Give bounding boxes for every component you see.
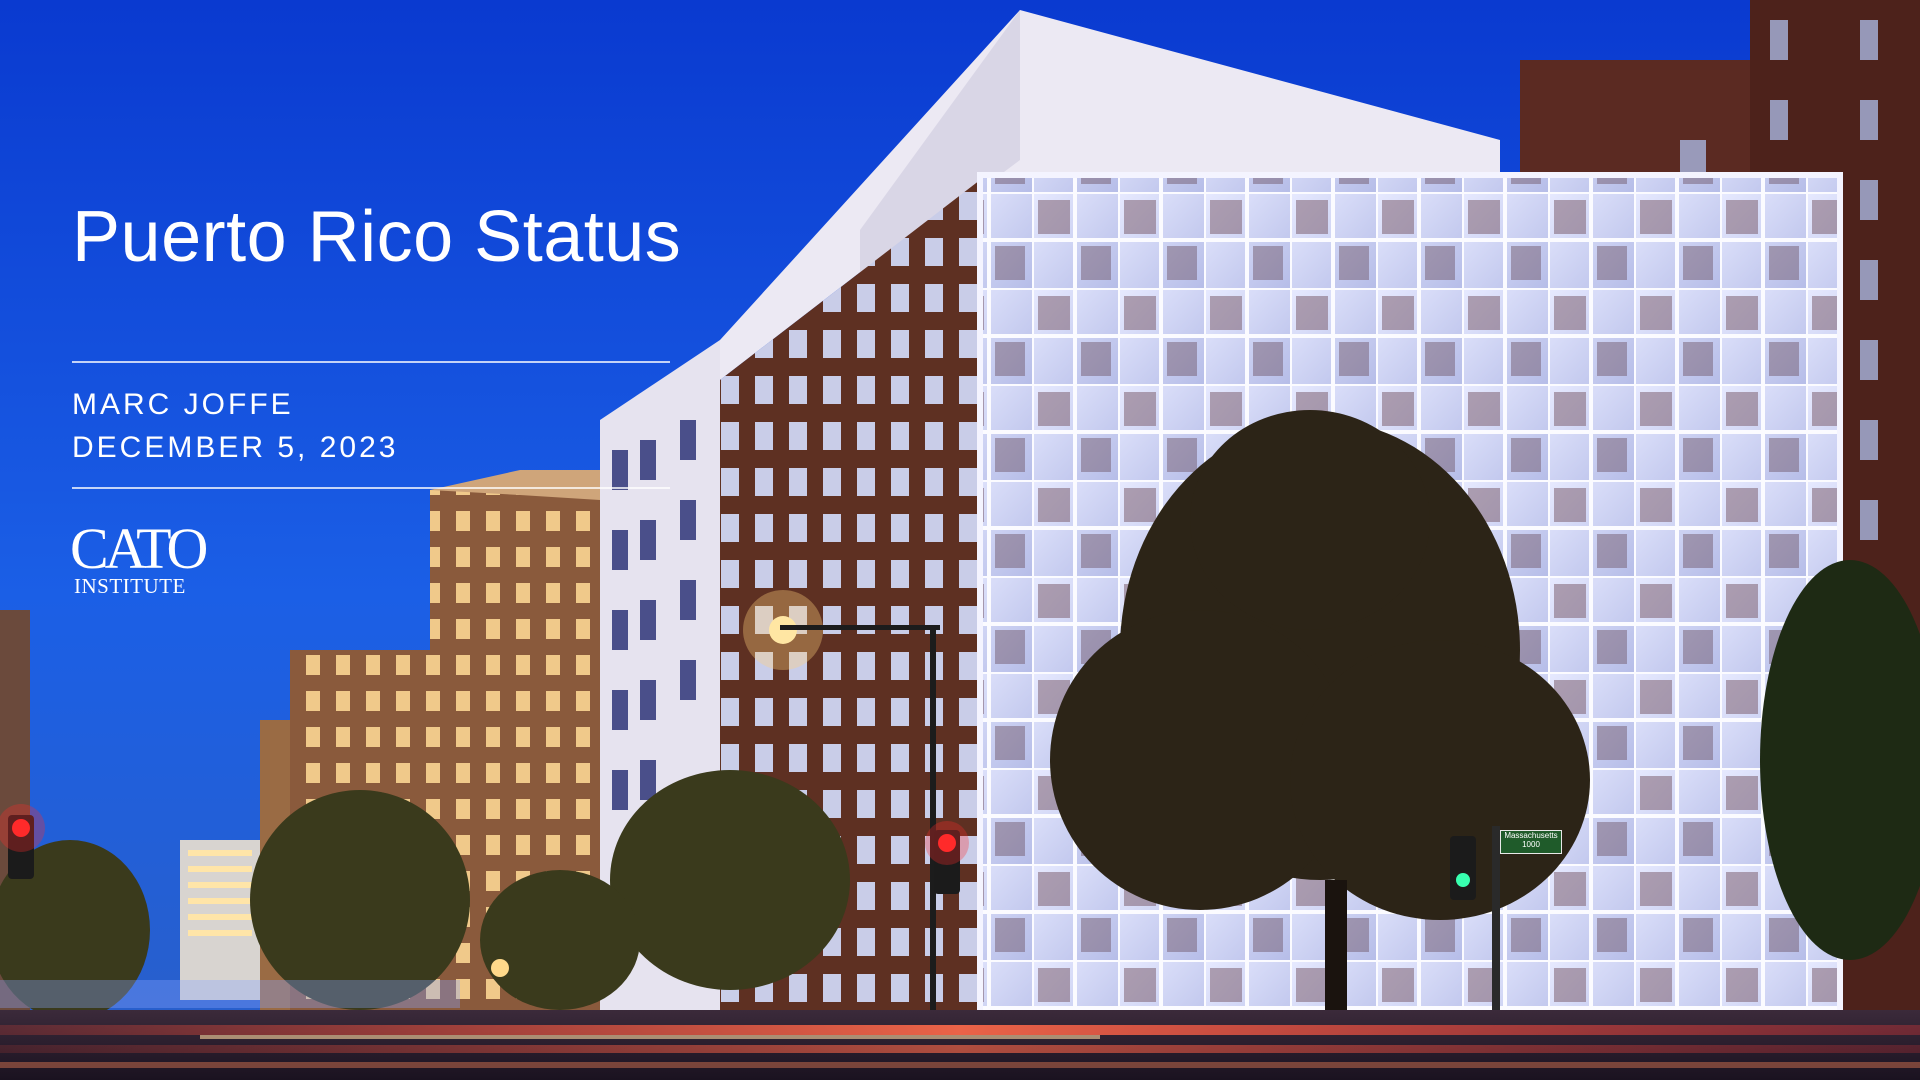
divider-bottom xyxy=(72,487,670,489)
street-sign: Massachusetts 1000 xyxy=(1500,830,1562,854)
logo-wordmark: CATO xyxy=(70,516,208,581)
cato-institute-logo: CATO INSTITUTE xyxy=(70,520,230,610)
background-photo xyxy=(0,0,1920,1080)
author-name: MARC JOFFE xyxy=(72,388,294,421)
title-slide: Massachusetts 1000 Puerto Rico Status MA… xyxy=(0,0,1920,1080)
divider-top xyxy=(72,361,670,363)
logo-subtitle: INSTITUTE xyxy=(74,574,186,598)
presentation-date: DECEMBER 5, 2023 xyxy=(72,431,399,464)
slide-title: Puerto Rico Status xyxy=(72,197,682,277)
